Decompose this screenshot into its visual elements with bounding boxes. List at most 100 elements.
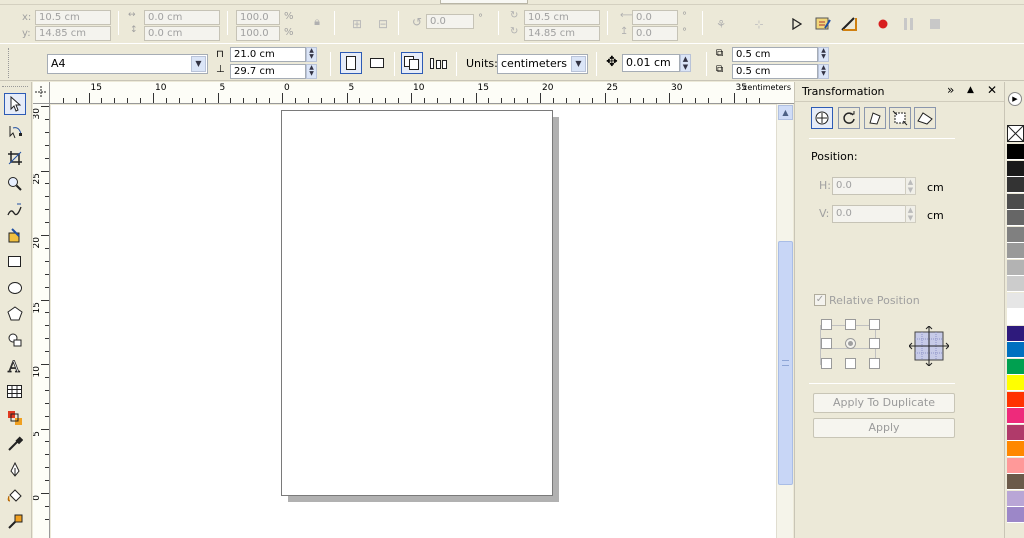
- h-spinner[interactable]: ▲ ▼: [905, 177, 916, 195]
- color-swatch[interactable]: [1007, 490, 1024, 507]
- anchor-middle-right[interactable]: [869, 338, 880, 349]
- scale-y-field[interactable]: 100.0: [236, 26, 280, 41]
- color-swatch[interactable]: [1007, 342, 1024, 358]
- basic-shapes-tool-icon[interactable]: [4, 329, 26, 351]
- color-swatch[interactable]: [1007, 210, 1024, 226]
- color-swatch[interactable]: [1007, 177, 1024, 193]
- stop-macro-icon[interactable]: [924, 13, 946, 35]
- lock-ratio-icon[interactable]: 🔒︎: [306, 11, 328, 33]
- color-swatch[interactable]: [1007, 474, 1024, 490]
- mirror-vertical-icon[interactable]: ⊟: [372, 13, 394, 35]
- rotation-center-x-field[interactable]: 10.5 cm: [524, 10, 600, 25]
- duplicate-y-field[interactable]: 0.5 cm: [732, 64, 818, 79]
- macro-manager-icon[interactable]: [838, 13, 860, 35]
- color-swatch[interactable]: [1007, 276, 1024, 292]
- portrait-button[interactable]: [340, 52, 362, 74]
- color-swatch[interactable]: [1007, 325, 1024, 342]
- duplicate-x-field[interactable]: 0.5 cm: [732, 47, 818, 62]
- scale-x-field[interactable]: 100.0: [236, 10, 280, 25]
- color-swatch[interactable]: [1007, 457, 1024, 474]
- smart-fill-tool-icon[interactable]: [4, 225, 26, 247]
- scale-mirror-tab-icon[interactable]: [864, 107, 886, 129]
- dropdown-arrow-icon[interactable]: ▼: [571, 56, 586, 72]
- rotation-field[interactable]: 0.0: [426, 14, 474, 29]
- fill-tool-icon[interactable]: [4, 485, 26, 507]
- anchor-middle-left[interactable]: [821, 338, 832, 349]
- crop-tool-icon[interactable]: [4, 147, 26, 169]
- color-swatch[interactable]: [1007, 507, 1024, 523]
- vertical-ruler[interactable]: 30 25 20 15 10 5 0: [33, 104, 50, 538]
- page-height-field[interactable]: 29.7 cm: [230, 64, 306, 79]
- skew-h-field[interactable]: 0.0: [632, 10, 678, 25]
- color-swatch[interactable]: [1007, 292, 1024, 309]
- anchor-bottom-left[interactable]: [821, 358, 832, 369]
- current-page-button[interactable]: [428, 52, 450, 74]
- nudge-spinner[interactable]: ▲ ▼: [680, 54, 691, 72]
- anchor-center[interactable]: [845, 338, 856, 349]
- position-tab-icon[interactable]: [811, 107, 833, 129]
- freehand-tool-icon[interactable]: [4, 199, 26, 221]
- no-color-swatch[interactable]: [1007, 125, 1024, 142]
- polygon-tool-icon[interactable]: [4, 303, 26, 325]
- table-tool-icon[interactable]: [4, 381, 26, 403]
- v-position-field[interactable]: 0.0: [832, 205, 906, 223]
- ellipse-tool-icon[interactable]: [4, 277, 26, 299]
- scroll-up-arrow-icon[interactable]: ▲: [778, 105, 793, 120]
- rotation-center-y-field[interactable]: 14.85 cm: [524, 26, 600, 41]
- collapse-docker-icon[interactable]: ▲: [967, 85, 974, 95]
- color-swatch[interactable]: [1007, 144, 1024, 160]
- landscape-button[interactable]: [366, 52, 388, 74]
- play-macro-icon[interactable]: [786, 13, 808, 35]
- text-tool-icon[interactable]: A: [4, 355, 26, 377]
- outline-pen-tool-icon[interactable]: [4, 459, 26, 481]
- shape-tool-icon[interactable]: [4, 121, 26, 143]
- align-icon[interactable]: ⊹: [748, 13, 770, 35]
- palette-menu-icon[interactable]: ▶: [1008, 92, 1022, 106]
- ruler-origin[interactable]: [33, 82, 50, 104]
- size-tab-icon[interactable]: [889, 107, 911, 129]
- color-swatch[interactable]: [1007, 193, 1024, 210]
- pause-macro-icon[interactable]: [898, 13, 920, 35]
- anchor-bottom-right[interactable]: [869, 358, 880, 369]
- anchor-top-right[interactable]: [869, 319, 880, 330]
- all-pages-button[interactable]: [401, 52, 423, 74]
- zoom-tool-icon[interactable]: [4, 173, 26, 195]
- color-swatch[interactable]: [1007, 408, 1024, 424]
- y-field[interactable]: 14.85 cm: [35, 26, 111, 41]
- eyedropper-tool-icon[interactable]: [4, 433, 26, 455]
- pick-tool-icon[interactable]: [4, 93, 26, 115]
- color-swatch[interactable]: [1007, 309, 1024, 325]
- paper-size-select[interactable]: A4: [47, 54, 208, 74]
- color-swatch[interactable]: [1007, 358, 1024, 375]
- width-field[interactable]: 0.0 cm: [144, 10, 220, 25]
- duplicate-x-spinner[interactable]: ▲ ▼: [818, 47, 829, 62]
- page-height-spinner[interactable]: ▲ ▼: [306, 64, 317, 79]
- v-spinner[interactable]: ▲ ▼: [905, 205, 916, 223]
- mirror-horizontal-icon[interactable]: ⊞: [346, 13, 368, 35]
- color-swatch[interactable]: [1007, 243, 1024, 259]
- color-swatch[interactable]: [1007, 259, 1024, 276]
- duplicate-y-spinner[interactable]: ▲ ▼: [818, 64, 829, 79]
- anchor-bottom-center[interactable]: [845, 358, 856, 369]
- page-width-spinner[interactable]: ▲ ▼: [306, 47, 317, 62]
- skew-tab-icon[interactable]: [914, 107, 936, 129]
- anchor-top-left[interactable]: [821, 319, 832, 330]
- horizontal-ruler[interactable]: centimeters 15 10 5 0 5 10 15 20 25 30 35: [50, 82, 795, 104]
- apply-button[interactable]: Apply: [813, 418, 955, 438]
- color-swatch[interactable]: [1007, 391, 1024, 408]
- skew-v-field[interactable]: 0.0: [632, 26, 678, 41]
- h-position-field[interactable]: 0.0: [832, 177, 906, 195]
- dropdown-arrow-icon[interactable]: ▼: [191, 56, 206, 72]
- x-field[interactable]: 10.5 cm: [35, 10, 111, 25]
- transparency-icon[interactable]: ⚘: [710, 13, 732, 35]
- menu-tab[interactable]: [440, 0, 528, 4]
- page[interactable]: [281, 110, 553, 496]
- rotate-tab-icon[interactable]: [838, 107, 860, 129]
- color-swatch[interactable]: [1007, 226, 1024, 243]
- scrollbar-thumb[interactable]: [778, 241, 793, 485]
- relative-position-checkbox[interactable]: ✓: [814, 294, 826, 306]
- vertical-scrollbar[interactable]: ▲: [776, 104, 793, 538]
- rectangle-tool-icon[interactable]: [4, 251, 26, 273]
- close-docker-icon[interactable]: ✕: [987, 83, 997, 97]
- color-swatch[interactable]: [1007, 441, 1024, 457]
